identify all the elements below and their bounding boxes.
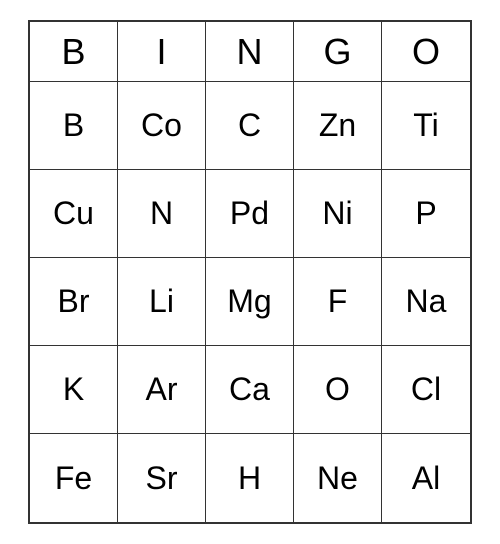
bingo-cell-3-3: O [294,346,382,434]
bingo-row-4: FeSrHNeAl [30,434,470,522]
bingo-cell-1-4: P [382,170,470,258]
bingo-cell-0-1: Co [118,82,206,170]
bingo-cell-1-3: Ni [294,170,382,258]
bingo-cell-1-2: Pd [206,170,294,258]
header-cell-I: I [118,22,206,82]
bingo-cell-1-1: N [118,170,206,258]
bingo-cell-3-2: Ca [206,346,294,434]
bingo-cell-0-2: C [206,82,294,170]
bingo-cell-2-1: Li [118,258,206,346]
bingo-card: BINGO BCoCZnTiCuNPdNiPBrLiMgFNaKArCaOClF… [28,20,472,524]
bingo-cell-3-1: Ar [118,346,206,434]
bingo-cell-4-0: Fe [30,434,118,522]
bingo-cell-4-3: Ne [294,434,382,522]
bingo-cell-0-4: Ti [382,82,470,170]
bingo-row-3: KArCaOCl [30,346,470,434]
header-cell-O: O [382,22,470,82]
bingo-cell-1-0: Cu [30,170,118,258]
bingo-cell-2-0: Br [30,258,118,346]
bingo-cell-4-4: Al [382,434,470,522]
bingo-cell-2-4: Na [382,258,470,346]
bingo-cell-2-2: Mg [206,258,294,346]
bingo-header: BINGO [30,22,470,82]
bingo-cell-4-2: H [206,434,294,522]
bingo-row-1: CuNPdNiP [30,170,470,258]
bingo-cell-4-1: Sr [118,434,206,522]
bingo-row-0: BCoCZnTi [30,82,470,170]
bingo-cell-0-3: Zn [294,82,382,170]
header-cell-B: B [30,22,118,82]
bingo-row-2: BrLiMgFNa [30,258,470,346]
bingo-cell-3-4: Cl [382,346,470,434]
bingo-body: BCoCZnTiCuNPdNiPBrLiMgFNaKArCaOClFeSrHNe… [30,82,470,522]
header-cell-G: G [294,22,382,82]
bingo-cell-0-0: B [30,82,118,170]
header-cell-N: N [206,22,294,82]
bingo-cell-2-3: F [294,258,382,346]
bingo-cell-3-0: K [30,346,118,434]
